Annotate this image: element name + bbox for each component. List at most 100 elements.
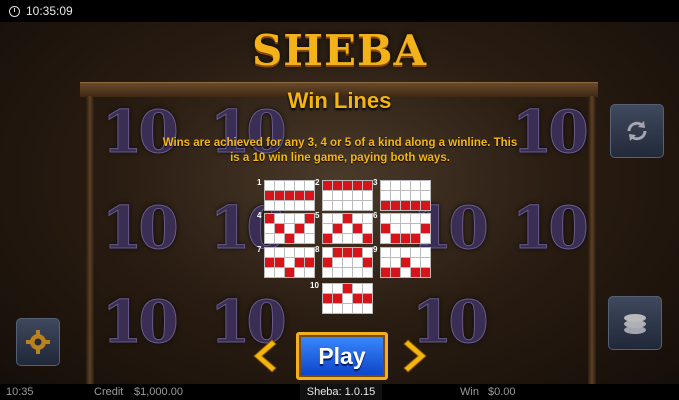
winline-cell — [305, 268, 314, 277]
winline-cell-active — [343, 248, 352, 257]
winline-cell-active — [275, 224, 284, 233]
winline-cell — [323, 284, 332, 293]
winline-grid — [322, 247, 373, 278]
reel-symbol: 10 — [512, 194, 590, 263]
winline-cell — [391, 258, 400, 267]
status-bar: 10:35:09 — [0, 0, 679, 22]
play-button[interactable]: Play — [296, 332, 388, 380]
winline-cell — [411, 181, 420, 190]
winline-cell-active — [381, 224, 390, 233]
winline-cell-active — [363, 234, 372, 243]
winline-cell-active — [343, 181, 352, 190]
winline-cell — [333, 268, 342, 277]
winline-cell — [391, 248, 400, 257]
winline-cell — [323, 201, 332, 210]
chevron-left-icon[interactable] — [248, 338, 278, 374]
winline-cell — [353, 214, 362, 223]
winline-cell — [391, 181, 400, 190]
winline-cell — [275, 248, 284, 257]
winline-cell — [353, 304, 362, 313]
winline-cell — [265, 248, 274, 257]
reel-frame-left — [86, 96, 94, 384]
winline-cell — [265, 181, 274, 190]
game-version: Sheba: 1.0.15 — [300, 384, 382, 400]
settings-button[interactable] — [16, 318, 60, 366]
winline-grid — [380, 180, 431, 211]
winline-cell — [285, 214, 294, 223]
game-logo: SHEBA — [251, 26, 428, 75]
winline-cell-active — [401, 234, 410, 243]
winline-cell — [285, 224, 294, 233]
winline-cell-active — [411, 201, 420, 210]
winline-cell — [285, 258, 294, 267]
winline-cell — [363, 201, 372, 210]
winline-cell-active — [333, 294, 342, 303]
winline-cell — [265, 201, 274, 210]
winline-cell — [323, 268, 332, 277]
winline-cell — [305, 201, 314, 210]
bottom-clock: 10:35 — [6, 386, 34, 398]
winline-cell-active — [363, 181, 372, 190]
winline-cell-active — [295, 191, 304, 200]
winline-cell — [401, 268, 410, 277]
winline-grid — [264, 180, 315, 211]
bet-button[interactable] — [608, 296, 662, 350]
winline-cell — [295, 181, 304, 190]
clock-icon — [9, 5, 20, 17]
winline-cell-active — [353, 248, 362, 257]
winline-cell — [353, 258, 362, 267]
winline-cell-active — [333, 224, 342, 233]
winline-cell — [353, 234, 362, 243]
winline-number: 9 — [373, 245, 378, 254]
winline-cell — [275, 234, 284, 243]
winline-cell — [343, 268, 352, 277]
winline-cell — [323, 304, 332, 313]
winline-cell — [285, 248, 294, 257]
winline-cell — [295, 268, 304, 277]
chevron-right-icon[interactable] — [402, 338, 432, 374]
winline-cell — [353, 201, 362, 210]
winline-cell — [275, 214, 284, 223]
winline-number: 5 — [315, 211, 320, 220]
winline-cell — [323, 248, 332, 257]
refresh-icon — [627, 121, 647, 141]
winline-cell — [333, 258, 342, 267]
page-title: Win Lines — [287, 88, 392, 113]
winline-cell-active — [421, 224, 430, 233]
winline-cell — [343, 201, 352, 210]
winline-cell-active — [353, 224, 362, 233]
winline-cell — [381, 234, 390, 243]
winline-cell — [391, 214, 400, 223]
winline-cell — [275, 268, 284, 277]
winline-cell-active — [401, 201, 410, 210]
winline-cell — [381, 181, 390, 190]
winline-cell — [401, 224, 410, 233]
winline-grid — [380, 247, 431, 278]
winline-cell — [305, 234, 314, 243]
reel-symbol: 10 — [102, 288, 180, 357]
winline-cell — [323, 191, 332, 200]
winline-cell-active — [333, 181, 342, 190]
reel-frame-right — [588, 96, 596, 384]
winline-cell-active — [363, 258, 372, 267]
winline-number: 1 — [257, 178, 262, 187]
winline-cell — [353, 268, 362, 277]
winline-cell — [421, 214, 430, 223]
winline-cell-active — [323, 181, 332, 190]
winline-cell — [343, 258, 352, 267]
winline-grid — [264, 247, 315, 278]
winline-cell — [333, 214, 342, 223]
winline-cell-active — [285, 234, 294, 243]
winline-cell-active — [391, 234, 400, 243]
winline-cell-active — [305, 258, 314, 267]
winline-cell — [323, 214, 332, 223]
winline-cell — [265, 268, 274, 277]
winline-grid — [322, 283, 373, 314]
winline-cell-active — [333, 248, 342, 257]
winline-cell — [353, 191, 362, 200]
winline-cell-active — [285, 268, 294, 277]
winline-cell — [285, 181, 294, 190]
winline-cell — [381, 214, 390, 223]
winline-cell — [305, 181, 314, 190]
winline-cell — [305, 248, 314, 257]
